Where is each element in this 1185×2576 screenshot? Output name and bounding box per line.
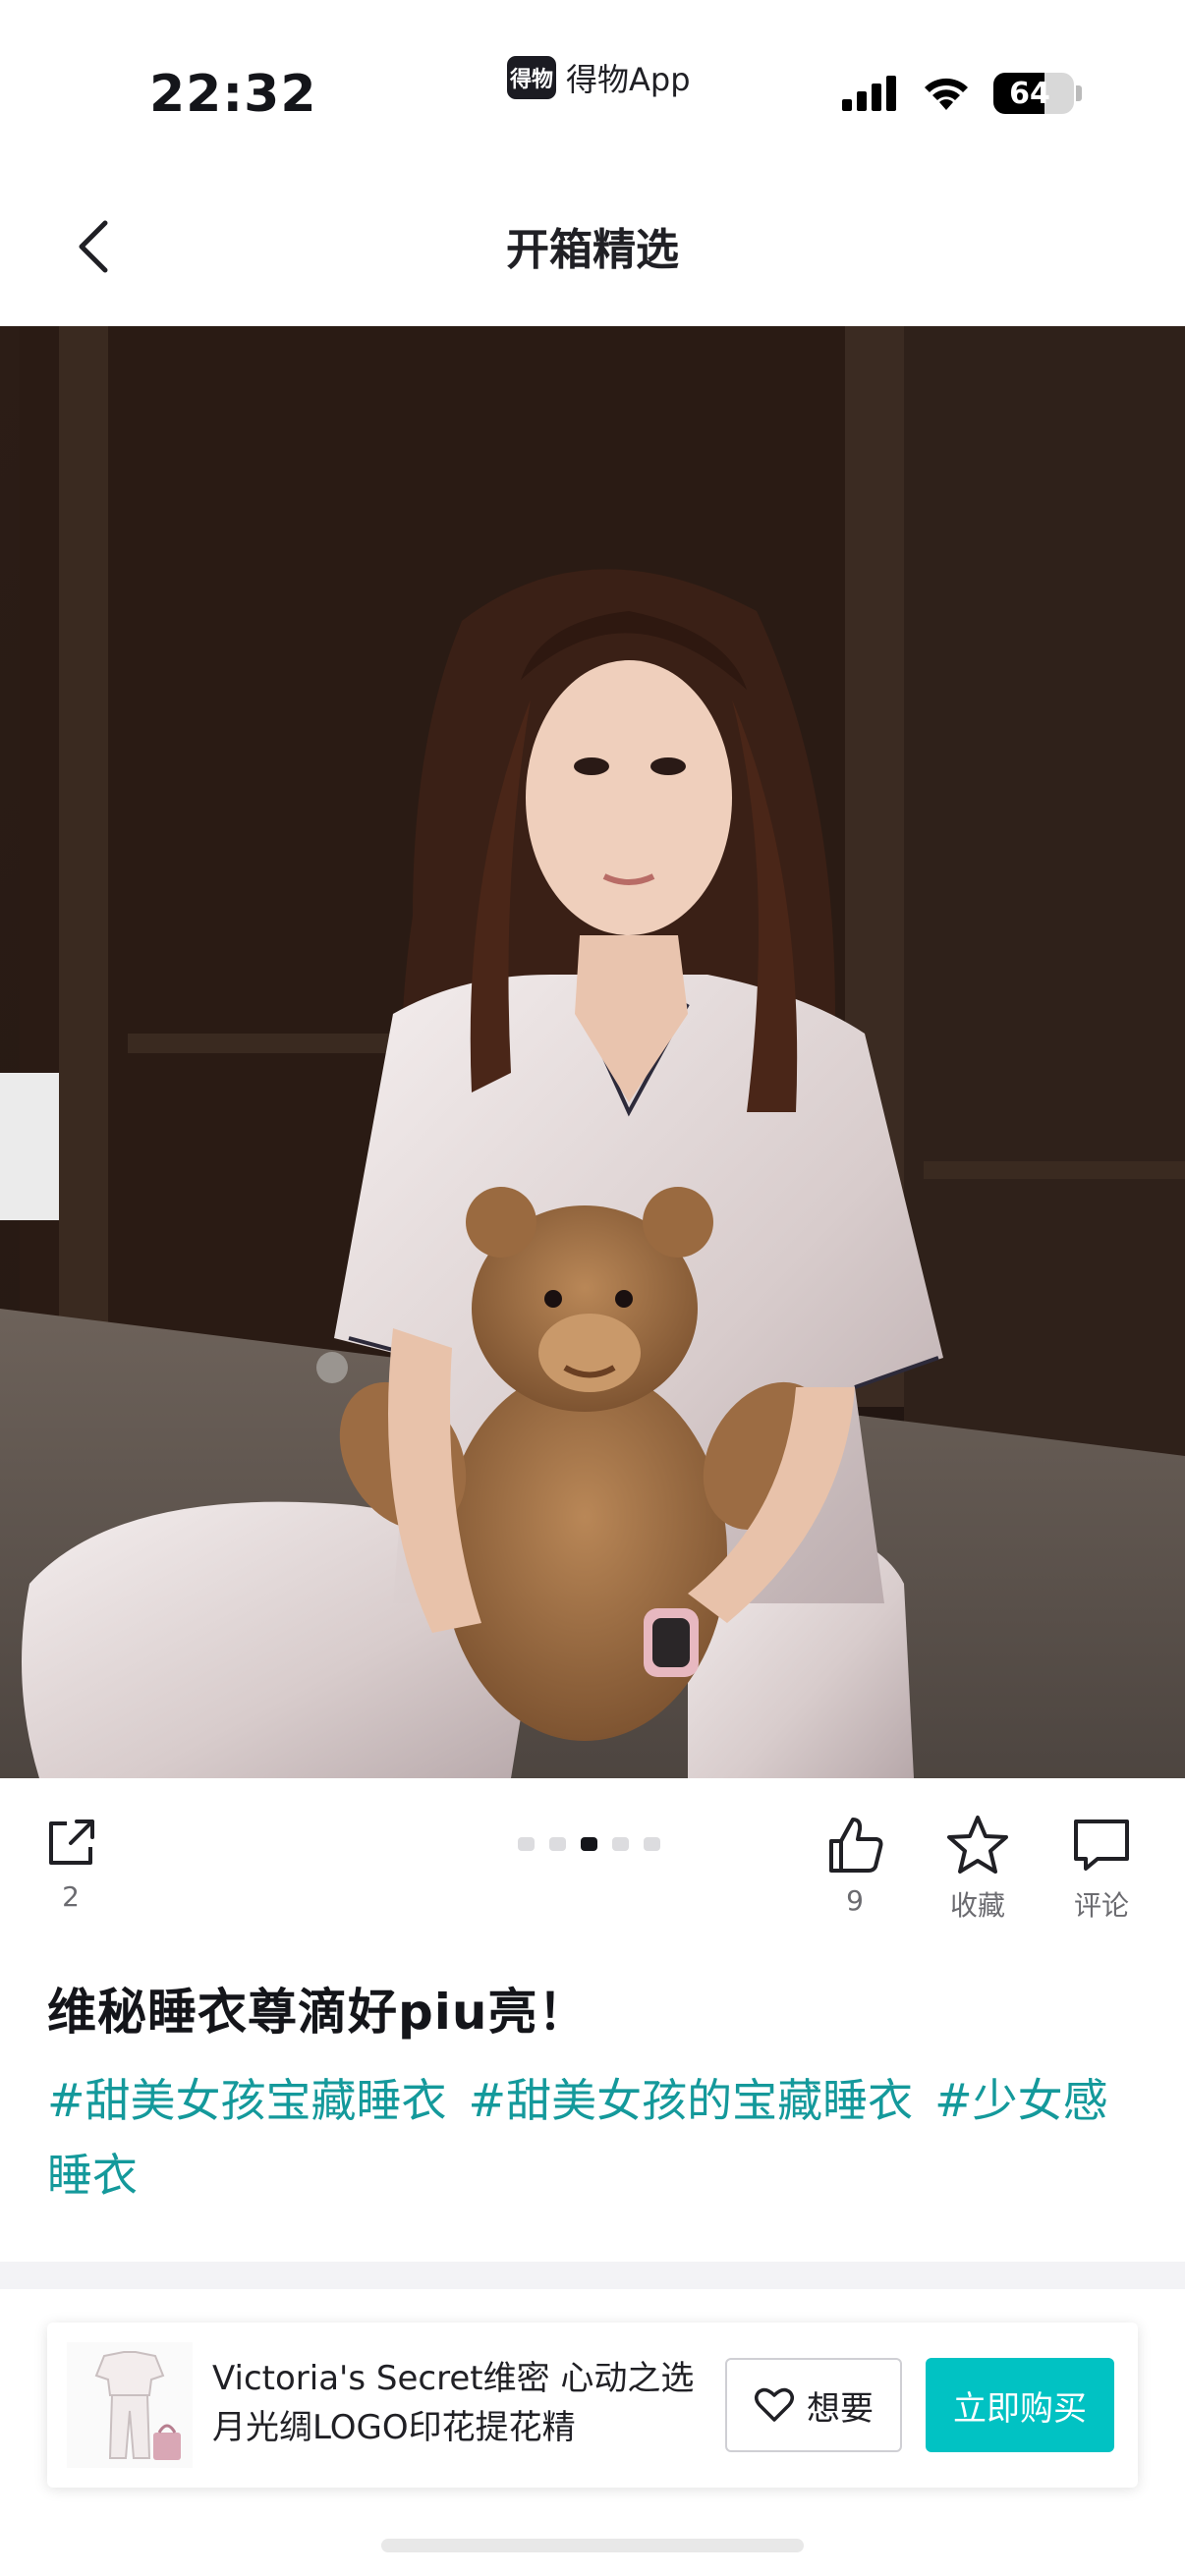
product-name[interactable]: Victoria's Secret维密 心动之选 月光绸LOGO印花提花精: [212, 2354, 723, 2456]
want-label: 想要: [807, 2388, 874, 2429]
comment-label: 评论: [1073, 1889, 1129, 1922]
want-button[interactable]: 想要: [725, 2358, 902, 2452]
page-title: 开箱精选: [506, 225, 679, 275]
post-image[interactable]: [0, 326, 1185, 1778]
comment-button[interactable]: 评论: [1052, 1814, 1151, 1924]
post-tags: #甜美女孩宝藏睡衣 #甜美女孩的宝藏睡衣 #少女感睡衣: [47, 2063, 1148, 2212]
pager-dot[interactable]: [612, 1837, 629, 1851]
like-button[interactable]: 9: [806, 1814, 904, 1917]
battery-level: 64: [1009, 76, 1050, 111]
hashtag-link[interactable]: #甜美女孩宝藏睡衣: [47, 2074, 447, 2127]
pager-dot[interactable]: [644, 1837, 660, 1851]
thumbs-up-icon: [829, 1818, 883, 1873]
hashtag-link[interactable]: #甜美女孩的宝藏睡衣: [469, 2074, 914, 2127]
like-count: 9: [846, 1884, 864, 1917]
action-bar: 2 9 收藏 评论: [0, 1778, 1185, 1945]
battery-icon: 64: [993, 73, 1074, 114]
battery-nub: [1076, 85, 1082, 101]
app-name: 得物App: [566, 61, 691, 98]
collect-label: 收藏: [949, 1889, 1005, 1922]
app-badge-icon: 得物: [507, 56, 556, 99]
image-pager: [518, 1837, 660, 1851]
status-bar: 22:32 得物 得物App 64: [0, 0, 1185, 167]
share-count: 2: [62, 1880, 80, 1913]
wifi-icon: [925, 78, 968, 110]
collect-button[interactable]: 收藏: [929, 1814, 1027, 1924]
status-icons: 64: [842, 73, 1082, 114]
heart-icon: [755, 2387, 794, 2422]
pajama-product-icon: [67, 2342, 193, 2468]
pager-dot[interactable]: [518, 1837, 535, 1851]
post-title: 维秘睡衣尊滴好piu亮！: [47, 1984, 589, 2041]
star-icon: [947, 1816, 1008, 1874]
share-button[interactable]: 2: [22, 1814, 120, 1913]
cellular-signal-icon: [842, 76, 896, 111]
share-icon: [49, 1820, 94, 1865]
post-photo: [0, 326, 1185, 1778]
product-thumbnail[interactable]: [67, 2342, 193, 2468]
nav-bar: 开箱精选: [0, 167, 1185, 326]
product-card[interactable]: Victoria's Secret维密 心动之选 月光绸LOGO印花提花精 想要…: [47, 2323, 1138, 2488]
comment-icon: [1074, 1820, 1129, 1871]
pager-dot[interactable]: [549, 1837, 566, 1851]
app-indicator: 得物 得物App: [507, 55, 691, 100]
status-time: 22:32: [149, 65, 317, 124]
home-indicator[interactable]: [381, 2539, 804, 2552]
section-divider: [0, 2262, 1185, 2289]
buy-now-button[interactable]: 立即购买: [926, 2358, 1114, 2452]
pager-dot-active[interactable]: [581, 1837, 597, 1851]
